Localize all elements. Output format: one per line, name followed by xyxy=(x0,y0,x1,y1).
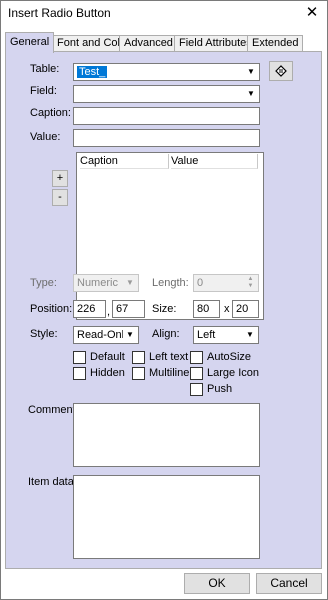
push-label: Push xyxy=(207,383,233,395)
tab-advanced[interactable]: Advanced xyxy=(119,35,178,52)
caption-value-list[interactable]: Caption Value xyxy=(76,152,264,320)
tab-extended[interactable]: Extended xyxy=(247,35,304,52)
table-value: Test_ xyxy=(77,66,108,78)
position-y-input[interactable]: 67 xyxy=(112,300,145,318)
style-combo[interactable]: Read-Only ▼ xyxy=(73,326,139,344)
chevron-down-icon[interactable]: ▼ xyxy=(123,328,137,342)
remove-item-button[interactable]: - xyxy=(52,189,68,206)
list-column-caption[interactable]: Caption xyxy=(80,154,169,169)
caption-input[interactable] xyxy=(73,107,260,125)
position-label: Position: xyxy=(30,303,73,315)
window-title: Insert Radio Button xyxy=(8,6,111,20)
style-value: Read-Only xyxy=(77,329,130,341)
type-label: Type: xyxy=(30,277,57,289)
table-lookup-icon xyxy=(275,65,287,77)
large-icon-label: Large Icon xyxy=(207,367,259,379)
comment-textarea[interactable] xyxy=(73,403,260,467)
checkbox-box[interactable] xyxy=(190,367,203,380)
position-y-value: 67 xyxy=(116,303,129,315)
size-height-value: 20 xyxy=(236,303,249,315)
caption-label: Caption: xyxy=(30,107,71,119)
autosize-label: AutoSize xyxy=(207,351,252,363)
spinner-icon[interactable]: ▲ ▼ xyxy=(244,276,257,290)
table-lookup-button[interactable] xyxy=(269,61,293,81)
length-input[interactable]: 0 ▲ ▼ xyxy=(193,274,259,292)
field-label: Field: xyxy=(30,85,57,97)
size-width-input[interactable]: 80 xyxy=(193,300,220,318)
chevron-down-icon[interactable]: ▼ xyxy=(243,328,257,342)
align-combo[interactable]: Left ▼ xyxy=(193,326,259,344)
length-value: 0 xyxy=(197,277,204,289)
value-input[interactable] xyxy=(73,129,260,147)
cancel-button[interactable]: Cancel xyxy=(256,573,322,594)
field-combo[interactable]: ▼ xyxy=(73,85,260,103)
insert-radio-button-dialog: Insert Radio Button ✕ General Font and C… xyxy=(0,0,328,600)
value-label: Value: xyxy=(30,131,61,143)
close-icon[interactable]: ✕ xyxy=(303,4,321,22)
checkbox-box[interactable] xyxy=(190,351,203,364)
ok-button[interactable]: OK xyxy=(184,573,250,594)
item-data-textarea[interactable] xyxy=(73,475,260,559)
size-label: Size: xyxy=(152,303,177,315)
tab-field-attributes[interactable]: Field Attributes xyxy=(174,35,257,52)
style-label: Style: xyxy=(30,328,58,340)
table-label: Table: xyxy=(30,63,60,75)
table-combo[interactable]: Test_ ▼ xyxy=(73,63,260,81)
multiline-label: Multiline xyxy=(149,367,190,379)
size-height-input[interactable]: 20 xyxy=(232,300,259,318)
chevron-down-icon[interactable]: ▼ xyxy=(123,276,137,290)
title-bar: Insert Radio Button ✕ xyxy=(1,1,327,27)
chevron-down-icon[interactable]: ▼ xyxy=(244,65,258,79)
default-label: Default xyxy=(90,351,125,363)
position-x-input[interactable]: 226 xyxy=(73,300,106,318)
comment-label: Comment: xyxy=(28,404,79,416)
align-value: Left xyxy=(197,329,216,341)
type-combo[interactable]: Numeric ▼ xyxy=(73,274,139,292)
left-text-label: Left text xyxy=(149,351,189,363)
add-item-button[interactable]: + xyxy=(52,170,68,187)
position-x-value: 226 xyxy=(77,303,96,315)
checkbox-box[interactable] xyxy=(73,367,86,380)
checkbox-box[interactable] xyxy=(73,351,86,364)
item-data-label: Item data: xyxy=(28,476,77,488)
type-value: Numeric xyxy=(77,277,118,289)
general-panel: Table: Test_ ▼ Field: ▼ Caption: Value: xyxy=(5,51,322,569)
checkbox-box[interactable] xyxy=(132,351,145,364)
position-separator: , xyxy=(107,306,111,318)
tab-general[interactable]: General xyxy=(5,32,55,53)
size-width-value: 80 xyxy=(197,303,210,315)
hidden-label: Hidden xyxy=(90,367,125,379)
chevron-down-icon[interactable]: ▼ xyxy=(244,87,258,101)
align-label: Align: xyxy=(152,328,180,340)
size-separator: x xyxy=(224,303,230,315)
list-column-value[interactable]: Value xyxy=(171,154,258,169)
checkbox-box[interactable] xyxy=(190,383,203,396)
length-label: Length: xyxy=(152,277,189,289)
checkbox-box[interactable] xyxy=(132,367,145,380)
